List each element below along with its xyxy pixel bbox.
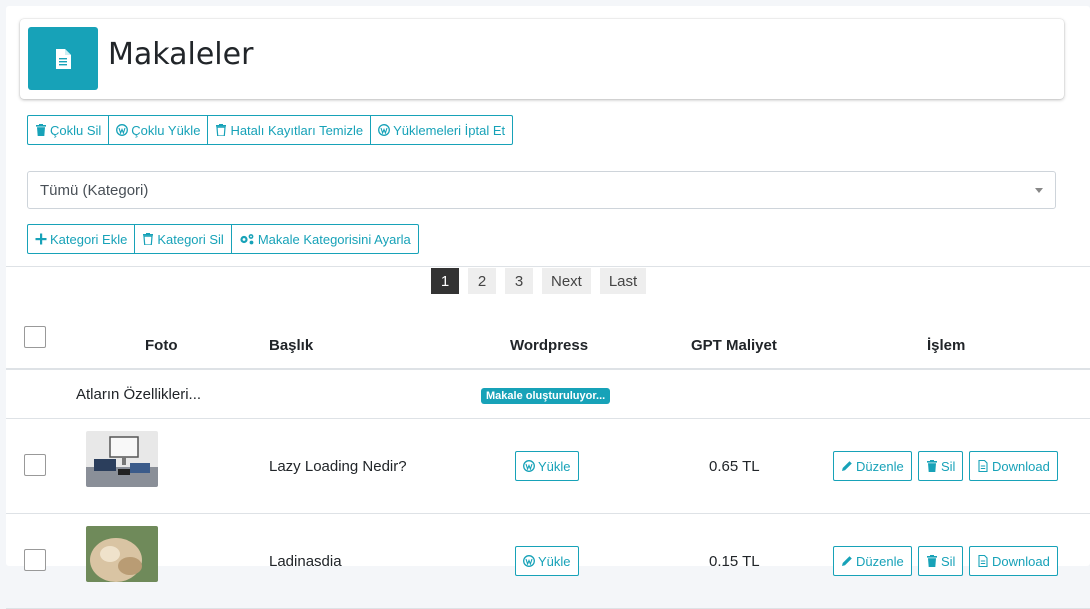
article-thumbnail xyxy=(86,431,158,487)
bulk-delete-button[interactable]: Çoklu Sil xyxy=(27,115,110,145)
cancel-uploads-button[interactable]: Yüklemeleri İptal Et xyxy=(370,115,514,145)
bulk-actions-toolbar: Çoklu Sil Çoklu Yükle Hatalı Kayıtları T… xyxy=(27,115,514,145)
wordpress-icon xyxy=(378,124,391,136)
add-category-button[interactable]: Kategori Ekle xyxy=(27,224,136,254)
edit-button[interactable]: Düzenle xyxy=(833,546,912,576)
table-row: Ladinasdia Yükle 0.15 TL Düzenle Sil Dow… xyxy=(6,514,1090,609)
header-wordpress: Wordpress xyxy=(510,337,589,354)
trash-icon xyxy=(216,124,227,136)
header-action: İşlem xyxy=(927,337,966,354)
wordpress-icon xyxy=(523,555,535,567)
article-title: Ladinasdia xyxy=(269,553,342,570)
delete-button[interactable]: Sil xyxy=(918,546,964,576)
section-divider xyxy=(6,266,1090,267)
trash-icon xyxy=(927,555,937,567)
page-1-button[interactable]: 1 xyxy=(431,268,459,294)
plus-icon xyxy=(35,233,47,245)
set-article-category-button[interactable]: Makale Kategorisini Ayarla xyxy=(230,224,419,254)
row-checkbox[interactable] xyxy=(24,454,46,476)
article-thumbnail xyxy=(86,526,158,582)
wordpress-upload-button[interactable]: Yükle xyxy=(515,546,579,576)
clear-failed-records-button[interactable]: Hatalı Kayıtları Temizle xyxy=(207,115,372,145)
download-button[interactable]: Download xyxy=(969,451,1058,481)
page: Makaleler Çoklu Sil Çoklu Yükle Hatalı K… xyxy=(0,0,1090,609)
category-actions-toolbar: Kategori Ekle Kategori Sil Makale Katego… xyxy=(27,224,419,254)
trash-icon xyxy=(927,460,937,472)
file-icon xyxy=(978,555,988,567)
select-all-checkbox[interactable] xyxy=(24,326,46,348)
download-button[interactable]: Download xyxy=(969,546,1058,576)
wordpress-icon xyxy=(523,460,535,472)
delete-category-button[interactable]: Kategori Sil xyxy=(134,224,232,254)
article-title: Lazy Loading Nedir? xyxy=(269,458,407,475)
pencil-icon xyxy=(842,556,852,566)
pagination: 1 2 3 Next Last xyxy=(431,268,647,294)
last-page-button[interactable]: Last xyxy=(599,268,647,294)
cogs-icon xyxy=(240,234,254,245)
category-select[interactable]: Tümü (Kategori) xyxy=(27,171,1056,209)
table-row: Lazy Loading Nedir? Yükle 0.65 TL Düzenl… xyxy=(6,419,1090,514)
delete-button[interactable]: Sil xyxy=(918,451,964,481)
wordpress-icon xyxy=(116,124,129,136)
next-page-button[interactable]: Next xyxy=(542,268,591,294)
trash-icon xyxy=(36,124,46,136)
file-icon xyxy=(978,460,988,472)
document-icon xyxy=(28,27,98,90)
page-3-button[interactable]: 3 xyxy=(505,268,533,294)
gpt-cost: 0.65 TL xyxy=(709,458,760,475)
trash-icon xyxy=(143,233,154,245)
page-title: Makaleler xyxy=(108,37,254,72)
header-title: Başlık xyxy=(269,337,314,354)
pencil-icon xyxy=(842,461,852,471)
caret-down-icon xyxy=(1035,188,1043,193)
edit-button[interactable]: Düzenle xyxy=(833,451,912,481)
bulk-upload-button[interactable]: Çoklu Yükle xyxy=(108,115,209,145)
header-photo: Foto xyxy=(145,337,178,354)
table-row: Atların Özellikleri... Makale oluşturulu… xyxy=(6,370,1090,419)
article-title: Atların Özellikleri... xyxy=(76,386,202,403)
status-badge: Makale oluşturuluyor... xyxy=(481,388,611,404)
page-header: Makaleler xyxy=(20,19,1064,99)
row-checkbox[interactable] xyxy=(24,549,46,571)
page-2-button[interactable]: 2 xyxy=(468,268,496,294)
gpt-cost: 0.15 TL xyxy=(709,553,760,570)
table-header: Foto Başlık Wordpress GPT Maliyet İşlem xyxy=(6,318,1090,370)
header-gpt-cost: GPT Maliyet xyxy=(691,337,777,354)
wordpress-upload-button[interactable]: Yükle xyxy=(515,451,579,481)
